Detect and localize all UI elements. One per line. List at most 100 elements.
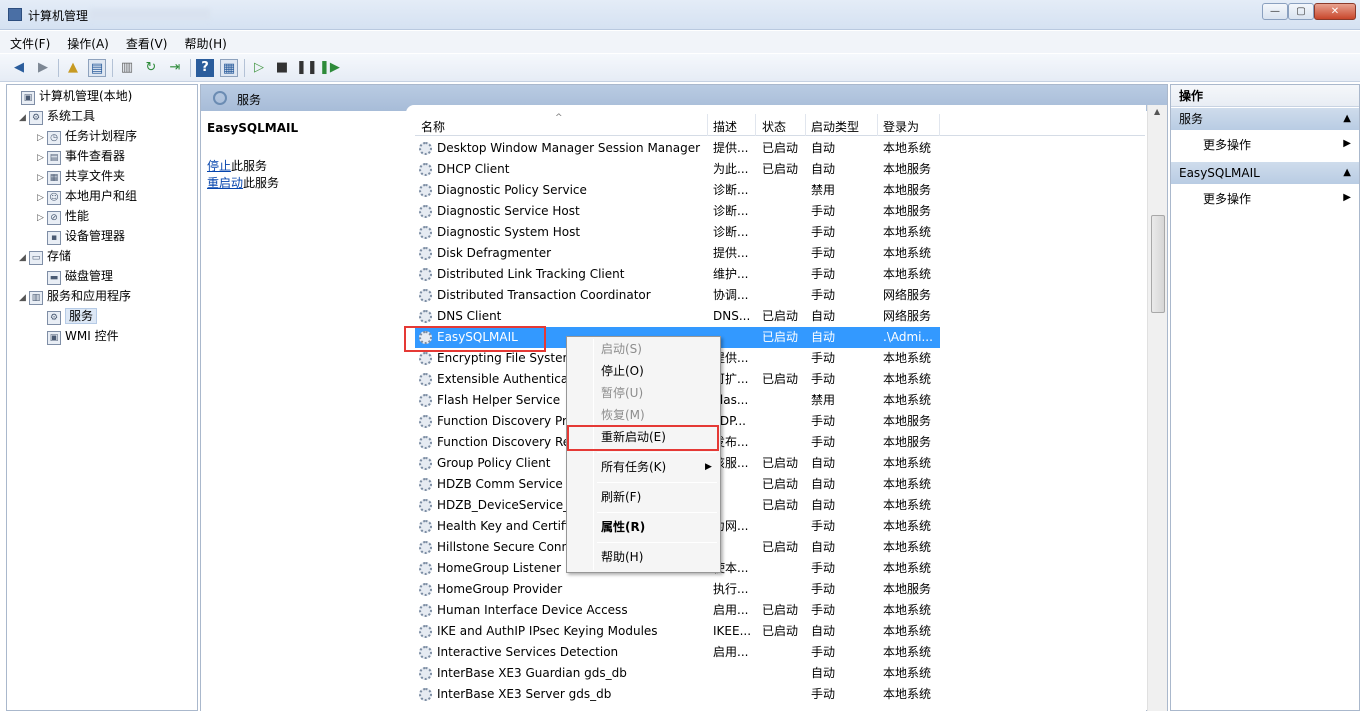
tree-expander-icon[interactable]: ◢ [19,289,29,307]
show-hide-action-pane-icon[interactable]: ▦ [220,59,238,77]
context-resume[interactable]: 恢复(M) [601,406,645,424]
tree-expander-icon[interactable]: ▷ [37,129,47,147]
service-row[interactable]: Human Interface Device Access 启用... 已启动 手动 本… [415,600,1145,621]
context-properties[interactable]: 属性(R) [601,518,645,536]
context-stop[interactable]: 停止(O) [601,362,644,380]
maximize-button[interactable]: ▢ [1288,3,1314,20]
actions-pane: 操作 服务 ▲ 更多操作 ▶ EasySQLMAIL ▲ 更多操作 ▶ [1170,84,1360,711]
scroll-up-arrow-icon[interactable]: ▲ [1154,107,1160,116]
tree-item[interactable]: ▣ 计算机管理(本地) [11,87,132,105]
tree-item[interactable]: ▷ ⊘ 性能 [37,207,89,225]
tree-item[interactable]: ▷ ▤ 事件查看器 [37,147,125,165]
menu-help[interactable]: 帮助(H) [174,31,233,52]
tree-item-label: 磁盘管理 [65,269,114,283]
column-desc-header[interactable]: 描述 [713,118,737,136]
service-row[interactable]: Group Policy Client 该服... 已启动 自动 本地系统 [415,453,1145,474]
show-hide-tree-icon[interactable]: ▤ [88,59,106,77]
service-row[interactable]: Diagnostic Policy Service 诊断... 禁用 本地服务 [415,180,1145,201]
service-row[interactable]: HDZB_DeviceService_F 已启动 自动 本地系统 [415,495,1145,516]
service-row[interactable]: Function Discovery Res 发布... 手动 本地服务 [415,432,1145,453]
service-row[interactable]: Diagnostic Service Host 诊断... 手动 本地服务 [415,201,1145,222]
column-name-header[interactable]: 名称 [421,118,445,136]
tree-item[interactable]: ▷ ▦ 共享文件夹 [37,167,125,185]
context-pause[interactable]: 暂停(U) [601,384,643,402]
service-row[interactable]: Interactive Services Detection 启用... 手动 本地系… [415,642,1145,663]
forward-arrow-icon[interactable]: ▶ [34,59,52,77]
menu-file[interactable]: 文件(F) [0,31,57,52]
tree-item[interactable]: ⚙ 服务 [37,307,98,325]
restart-service-icon[interactable]: ❚▶ [319,59,340,77]
close-button[interactable]: ✕ [1314,3,1356,20]
service-row[interactable]: Diagnostic System Host 诊断... 手动 本地系统 [415,222,1145,243]
service-row[interactable]: HDZB Comm Service F 已启动 自动 本地系统 [415,474,1145,495]
minimize-button[interactable]: — [1262,3,1288,20]
service-row[interactable]: DHCP Client 为此... 已启动 自动 本地服务 [415,159,1145,180]
restart-service-link[interactable]: 重启动 [207,176,243,190]
tree-item[interactable]: ▣ WMI 控件 [37,327,119,345]
context-help[interactable]: 帮助(H) [601,548,643,566]
collapse-caret-icon[interactable]: ▲ [1343,162,1351,184]
column-status-header[interactable]: 状态 [762,118,786,136]
service-row[interactable]: HomeGroup Listener 使本... 手动 本地系统 [415,558,1145,579]
column-logon-header[interactable]: 登录为 [883,118,919,136]
column-startup-header[interactable]: 启动类型 [811,118,859,136]
actions-section-services[interactable]: 服务 ▲ [1171,108,1359,130]
context-all-tasks[interactable]: 所有任务(K) [601,458,666,476]
actions-section-easysqlmail[interactable]: EasySQLMAIL ▲ [1171,162,1359,184]
help-icon[interactable]: ? [196,59,214,77]
tree-item[interactable]: ◢ ▭ 存储 [19,247,71,265]
export-list-icon[interactable]: ⇥ [166,59,184,77]
service-row[interactable]: Function Discovery Pro FDP... 手动 本地服务 [415,411,1145,432]
more-actions-services[interactable]: 更多操作 [1203,136,1251,153]
tree-expander-icon[interactable]: ▷ [37,169,47,187]
up-folder-icon[interactable]: ▲ [64,59,82,77]
tree-item[interactable]: ▷ ◷ 任务计划程序 [37,127,137,145]
context-refresh[interactable]: 刷新(F) [601,488,641,506]
context-start[interactable]: 启动(S) [601,340,642,358]
column-divider[interactable] [755,114,756,136]
tree-item[interactable]: ▬ 磁盘管理 [37,267,113,285]
service-description: 诊断... [713,225,749,239]
tree-expander-icon[interactable]: ◢ [19,249,29,267]
service-row[interactable]: Health Key and Certific 为网... 手动 本地系统 [415,516,1145,537]
column-divider[interactable] [707,114,708,136]
service-row[interactable]: HomeGroup Provider 执行... 手动 本地服务 [415,579,1145,600]
tree-expander-icon[interactable]: ▷ [37,189,47,207]
service-row[interactable]: Extensible Authentication 可扩... 已启动 手动 本地系统 [415,369,1145,390]
service-row[interactable]: IKE and AuthIP IPsec Keying Modules IKEE.… [415,621,1145,642]
back-arrow-icon[interactable]: ◀ [10,59,28,77]
pause-service-icon[interactable]: ❚❚ [296,59,318,77]
start-service-icon[interactable]: ▷ [250,59,268,77]
more-actions-easysqlmail[interactable]: 更多操作 [1203,190,1251,207]
stop-service-icon[interactable]: ■ [273,59,291,77]
tree-item[interactable]: ▪ 设备管理器 [37,227,125,245]
service-row[interactable]: InterBase XE3 Server gds_db 手动 本地系统 [415,684,1145,705]
service-row[interactable]: Distributed Link Tracking Client 维护... 手动 本… [415,264,1145,285]
service-row[interactable]: Disk Defragmenter 提供... 手动 本地系统 [415,243,1145,264]
stop-service-text: 此服务 [231,159,268,173]
tree-expander-icon[interactable]: ▷ [37,149,47,167]
menu-view[interactable]: 查看(V) [116,31,175,52]
tree-expander-icon[interactable]: ▷ [37,209,47,227]
column-divider[interactable] [877,114,878,136]
tree-expander-icon[interactable]: ◢ [19,109,29,127]
service-row[interactable]: Hillstone Secure Conne 已启动 自动 本地系统 [415,537,1145,558]
service-row[interactable]: DNS Client DNS... 已启动 自动 网络服务 [415,306,1145,327]
scrollbar-thumb[interactable] [1151,215,1165,313]
column-divider[interactable] [939,114,940,136]
refresh-icon[interactable]: ↻ [142,59,160,77]
vertical-scrollbar[interactable]: ▲ [1147,105,1167,711]
menu-action[interactable]: 操作(A) [57,31,116,52]
properties-icon[interactable]: ▥ [118,59,136,77]
service-row[interactable]: InterBase XE3 Guardian gds_db 自动 本地系统 [415,663,1145,684]
collapse-caret-icon[interactable]: ▲ [1343,108,1351,130]
tree-item[interactable]: ▷ ☺ 本地用户和组 [37,187,137,205]
service-row[interactable]: Flash Helper Service Flas... 禁用 本地系统 [415,390,1145,411]
stop-service-link[interactable]: 停止 [207,159,231,173]
column-divider[interactable] [805,114,806,136]
service-status: 已启动 [762,162,799,176]
tree-item[interactable]: ◢ ▥ 服务和应用程序 [19,287,131,305]
service-row[interactable]: Distributed Transaction Coordinator 协调...… [415,285,1145,306]
service-row[interactable]: Desktop Window Manager Session Manager 提供… [415,138,1145,159]
tree-item[interactable]: ◢ ⚙ 系统工具 [19,107,95,125]
